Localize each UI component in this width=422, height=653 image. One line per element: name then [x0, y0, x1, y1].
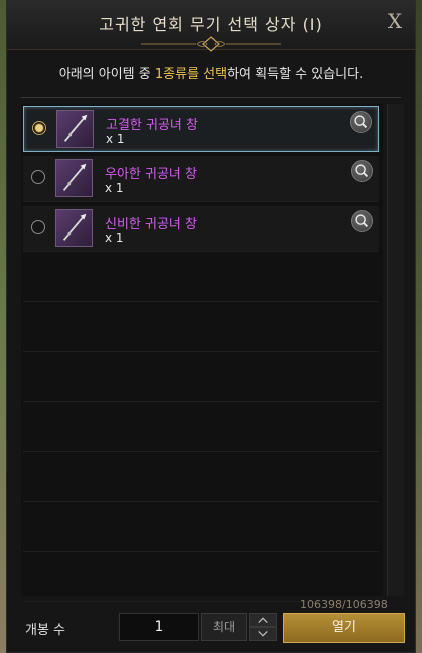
search-icon[interactable]: [350, 111, 372, 133]
background-hp-readout: 106398/106398: [300, 598, 388, 611]
quantity-input[interactable]: 1: [119, 613, 199, 641]
empty-list-row: [23, 456, 379, 502]
item-name: 우아한 귀공녀 창: [105, 167, 197, 182]
item-list: 고결한 귀공녀 창 x 1 우아한 귀공녀 창 x 1 신비한 귀공녀 창 x …: [21, 104, 383, 602]
dialog-title: 고귀한 연회 무기 선택 상자 (I): [99, 15, 323, 34]
list-item[interactable]: 신비한 귀공녀 창 x 1: [23, 206, 379, 252]
instruction-prefix: 아래의 아이템 중: [58, 67, 155, 82]
instruction-suffix: 하여 획득할 수 있습니다.: [227, 67, 364, 82]
radio-button-selected[interactable]: [32, 121, 46, 135]
open-button[interactable]: 열기: [283, 613, 405, 643]
spear-icon: [55, 209, 93, 247]
search-icon[interactable]: [351, 210, 373, 232]
instruction-highlight: 1종류를 선택: [154, 67, 228, 82]
empty-list-row: [23, 356, 379, 402]
radio-button[interactable]: [31, 170, 45, 184]
empty-list-row: [23, 256, 379, 302]
item-name: 고결한 귀공녀 창: [106, 118, 198, 133]
item-name: 신비한 귀공녀 창: [105, 217, 197, 232]
spear-icon: [56, 110, 94, 148]
open-count-label: 개봉 수: [25, 623, 66, 638]
item-quantity: x 1: [105, 231, 124, 245]
radio-button[interactable]: [31, 220, 45, 234]
weapon-selection-box-dialog: 고귀한 연회 무기 선택 상자 (I) X 아래의 아이템 중 1종류를 선택하…: [6, 0, 416, 653]
title-ornament-icon: [141, 36, 281, 52]
title-bar[interactable]: 고귀한 연회 무기 선택 상자 (I) X: [7, 1, 415, 52]
empty-list-row: [23, 556, 379, 602]
list-item[interactable]: 우아한 귀공녀 창 x 1: [23, 156, 379, 202]
item-quantity: x 1: [106, 132, 125, 146]
item-quantity: x 1: [105, 181, 124, 195]
empty-list-row: [23, 506, 379, 552]
list-item[interactable]: 고결한 귀공녀 창 x 1: [23, 106, 379, 152]
search-icon[interactable]: [351, 160, 373, 182]
quantity-stepper[interactable]: [249, 613, 277, 641]
chevron-down-icon[interactable]: [249, 627, 277, 641]
chevron-up-icon[interactable]: [249, 613, 277, 627]
empty-list-row: [23, 406, 379, 452]
instruction-text: 아래의 아이템 중 1종류를 선택하여 획득할 수 있습니다.: [21, 57, 401, 98]
empty-list-row: [23, 306, 379, 352]
max-button[interactable]: 최대: [201, 613, 247, 641]
list-scrollbar[interactable]: [387, 104, 404, 596]
close-button[interactable]: X: [383, 9, 407, 33]
spear-icon: [55, 159, 93, 197]
